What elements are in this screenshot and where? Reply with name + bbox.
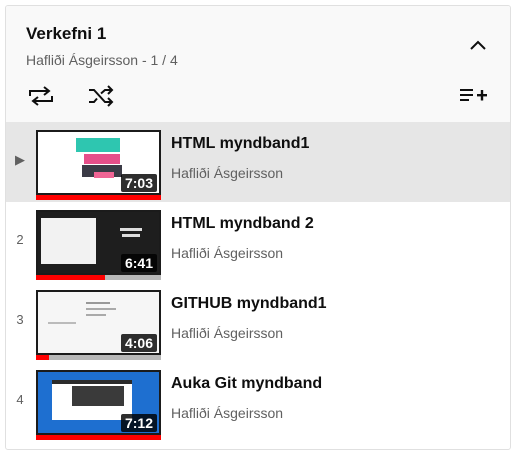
watch-progress-track — [36, 275, 161, 280]
play-indicator-icon: ▶ — [15, 152, 25, 167]
shuffle-button[interactable] — [86, 83, 116, 109]
watch-progress-track — [36, 435, 161, 440]
video-title[interactable]: GITHUB myndband1 — [171, 295, 327, 313]
playlist-header: Verkefni 1 Hafliði Ásgeirsson - 1 / 4 — [6, 6, 510, 122]
video-channel: Hafliði Ásgeirsson — [171, 405, 284, 421]
playlist-video-list: ▶ 7:03 HTML myndband1 Hafliði Ásgeirsson… — [6, 122, 510, 442]
loop-button[interactable] — [26, 83, 56, 109]
shuffle-icon — [89, 85, 114, 107]
thumbnail-detail — [122, 234, 140, 237]
playlist-item[interactable]: 4 7:12 Auka Git myndband Hafliði Ásgeirs… — [6, 362, 510, 442]
video-thumbnail[interactable]: 7:03 — [36, 130, 161, 200]
video-duration: 6:41 — [120, 254, 157, 272]
video-duration: 7:12 — [120, 414, 157, 432]
item-index: 3 — [16, 312, 24, 327]
save-playlist-button[interactable] — [458, 84, 488, 108]
video-thumbnail[interactable]: 4:06 — [36, 290, 161, 360]
video-channel: Hafliði Ásgeirsson — [171, 165, 284, 181]
thumbnail-detail — [94, 172, 114, 178]
thumbnail-detail — [84, 154, 120, 164]
collapse-button[interactable] — [466, 34, 490, 58]
video-title[interactable]: HTML myndband1 — [171, 135, 309, 153]
loop-icon — [29, 86, 53, 106]
thumbnail-detail — [76, 138, 120, 152]
thumbnail-detail — [41, 218, 96, 264]
thumbnail-detail — [86, 302, 110, 304]
video-title[interactable]: Auka Git myndband — [171, 375, 322, 393]
video-channel: Hafliði Ásgeirsson — [171, 245, 284, 261]
watch-progress-bar — [36, 195, 161, 200]
playlist-item[interactable]: ▶ 7:03 HTML myndband1 Hafliði Ásgeirsson — [6, 122, 510, 202]
item-index: 4 — [16, 392, 24, 407]
thumbnail-detail — [72, 386, 124, 406]
video-channel: Hafliði Ásgeirsson — [171, 325, 284, 341]
playlist-panel: Verkefni 1 Hafliði Ásgeirsson - 1 / 4 ▶ … — [5, 5, 511, 450]
watch-progress-track — [36, 355, 161, 360]
watch-progress-bar — [36, 275, 105, 280]
video-duration: 4:06 — [120, 334, 157, 352]
playlist-item[interactable]: 2 6:41 HTML myndband 2 Hafliði Ásgeirsso… — [6, 202, 510, 282]
watch-progress-bar — [36, 355, 49, 360]
playlist-subtitle: Hafliði Ásgeirsson - 1 / 4 — [26, 52, 178, 68]
thumbnail-detail — [86, 308, 116, 310]
watch-progress-track — [36, 195, 161, 200]
video-thumbnail[interactable]: 6:41 — [36, 210, 161, 280]
thumbnail-detail — [86, 314, 106, 316]
thumbnail-detail — [48, 322, 76, 324]
thumbnail-detail — [120, 228, 142, 231]
video-thumbnail[interactable]: 7:12 — [36, 370, 161, 440]
chevron-up-icon — [470, 40, 486, 50]
playlist-title[interactable]: Verkefni 1 — [26, 24, 106, 44]
watch-progress-bar — [36, 435, 161, 440]
playlist-item[interactable]: 3 4:06 GITHUB myndband1 Hafliði Ásgeirss… — [6, 282, 510, 362]
item-index: 2 — [16, 232, 24, 247]
video-duration: 7:03 — [120, 174, 157, 192]
playlist-add-icon — [460, 89, 487, 101]
video-title[interactable]: HTML myndband 2 — [171, 215, 314, 233]
